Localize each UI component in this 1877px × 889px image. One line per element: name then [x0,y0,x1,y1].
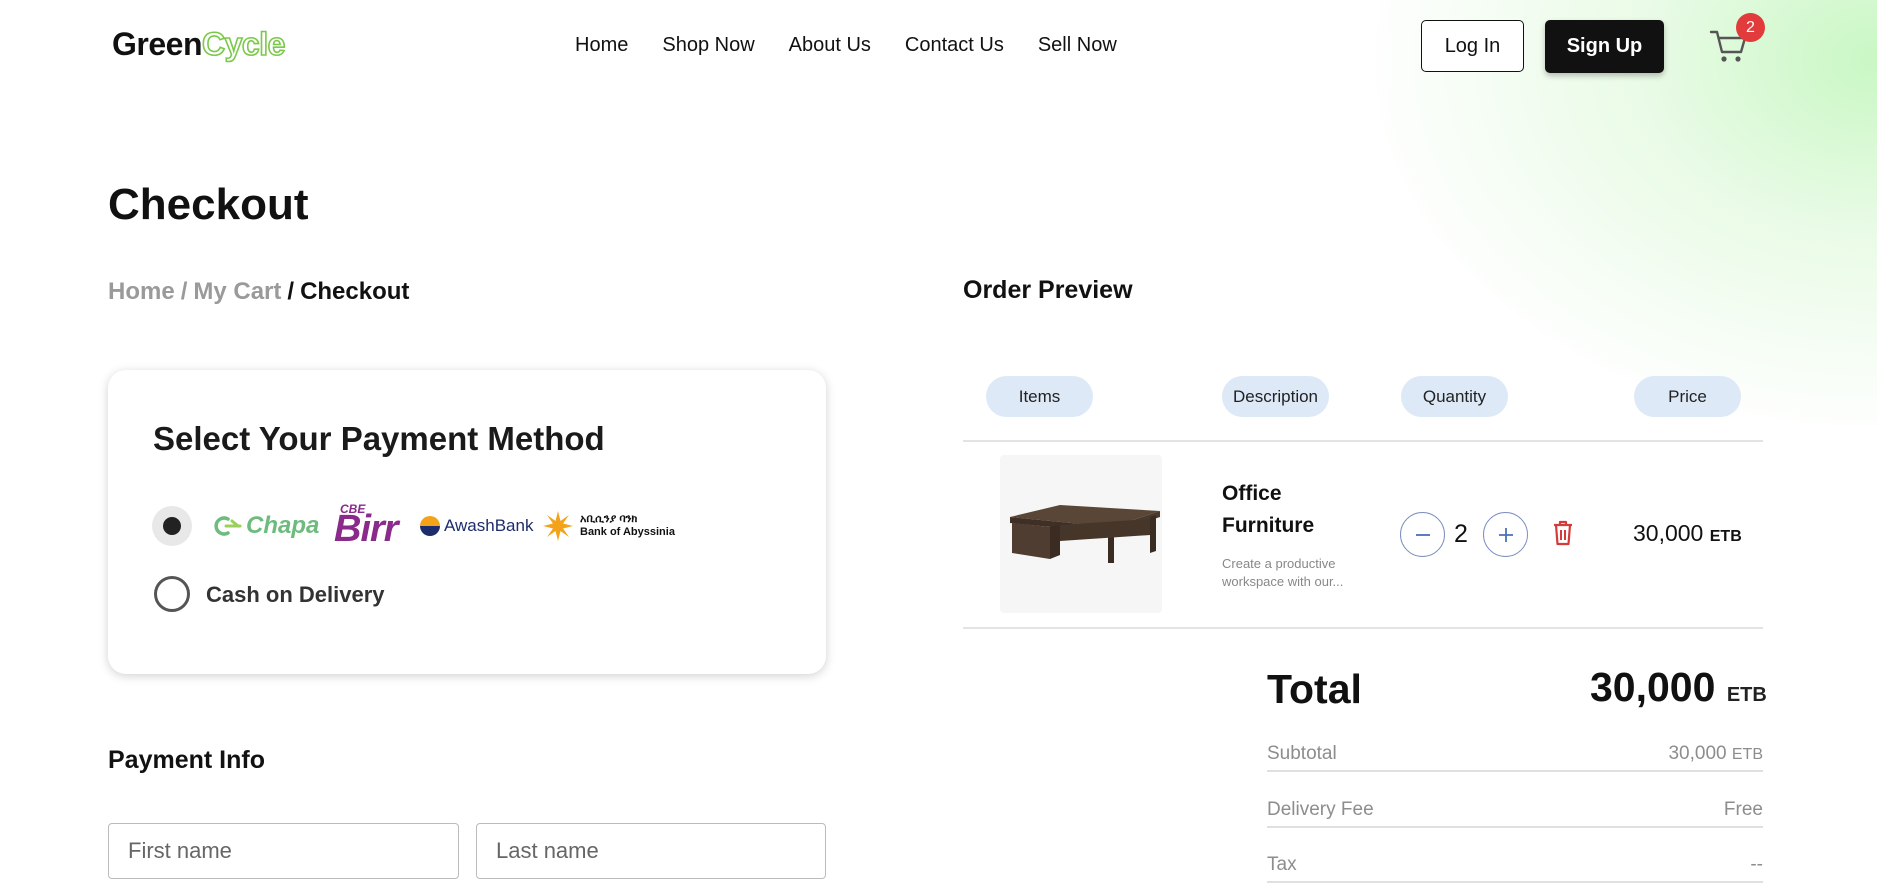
chapa-icon [214,516,242,536]
product-image [1000,455,1162,613]
breadcrumb-current: Checkout [300,278,410,305]
item-price-currency: ETB [1709,528,1742,545]
brand-logo[interactable]: GreenCycle [112,25,286,63]
summary-divider [1267,881,1763,883]
boa-amharic-text: አቢሲንያ ባንክ [580,513,638,525]
item-name[interactable]: Office Furniture [1222,478,1362,542]
minus-icon [1415,533,1430,536]
office-desk-illustration [1010,505,1160,563]
main-nav: Home Shop Now About Us Contact Us Sell N… [575,34,1117,57]
signup-button[interactable]: Sign Up [1545,20,1664,73]
nav-about-us[interactable]: About Us [789,34,871,57]
order-preview-title: Order Preview [963,276,1133,304]
delivery-fee-row: Delivery Fee Free [1267,799,1763,821]
awash-icon [420,516,440,536]
summary-divider [1267,826,1763,828]
breadcrumb: Home / My Cart / Checkout [108,278,409,306]
cash-on-delivery-label[interactable]: Cash on Delivery [206,582,385,608]
last-name-input[interactable]: Last name [476,823,826,879]
subtotal-label: Subtotal [1267,743,1337,764]
boa-english-text: Bank of Abyssinia [580,526,675,538]
plus-icon [1498,527,1513,542]
total-currency: ETB [1726,684,1767,706]
subtotal-row: Subtotal 30,000 ETB [1267,743,1763,765]
boa-star-icon [543,511,573,541]
column-header-description: Description [1222,376,1329,417]
total-value: 30,000 ETB [1590,664,1767,711]
summary-divider [1267,770,1763,772]
tax-row: Tax -- [1267,854,1763,876]
item-description: Create a productive workspace with our..… [1222,556,1344,589]
table-divider [963,627,1763,629]
trash-icon[interactable] [1552,520,1574,546]
radio-cash-on-delivery[interactable] [154,576,190,612]
boa-logo-text: አቢሲንያ ባንክ Bank of Abyssinia [580,513,675,539]
breadcrumb-separator: / [180,278,188,305]
subtotal-amount: 30,000 [1668,743,1727,764]
logo-text-green: Green [112,26,202,62]
birr-logo-text: Birr [334,508,399,550]
column-header-quantity: Quantity [1401,376,1508,417]
total-amount: 30,000 [1590,664,1716,710]
column-header-items: Items [986,376,1093,417]
first-name-input[interactable]: First name [108,823,459,879]
subtotal-currency: ETB [1731,746,1763,763]
cbe-birr-logo: CBE Birr [334,502,408,552]
nav-home[interactable]: Home [575,34,628,57]
chapa-logo-text: Chapa [246,512,320,539]
payment-info-title: Payment Info [108,746,265,774]
subtotal-value: 30,000 ETB [1668,743,1763,765]
payment-method-title: Select Your Payment Method [153,420,605,457]
breadcrumb-my-cart[interactable]: My Cart [193,278,281,306]
nav-sell-now[interactable]: Sell Now [1038,34,1117,57]
cart-count-badge: 2 [1736,13,1765,42]
tax-value: -- [1750,854,1763,875]
breadcrumb-home[interactable]: Home [108,278,175,306]
logo-text-cycle: Cycle [201,25,286,63]
radio-selected-dot [163,517,181,535]
table-divider [963,440,1763,442]
item-price-value: 30,000 [1633,520,1704,546]
page-title: Checkout [108,180,309,229]
radio-online-payment[interactable] [152,506,192,546]
chapa-logo: Chapa [214,512,319,540]
quantity-value: 2 [1454,520,1468,548]
decrease-quantity-button[interactable] [1400,512,1445,557]
nav-shop-now[interactable]: Shop Now [662,34,754,57]
column-header-price: Price [1634,376,1741,417]
delivery-fee-value: Free [1723,799,1763,820]
total-label: Total [1267,666,1362,712]
awash-bank-logo: AwashBank [420,516,533,536]
increase-quantity-button[interactable] [1483,512,1528,557]
login-button[interactable]: Log In [1421,20,1524,72]
nav-contact-us[interactable]: Contact Us [905,34,1004,57]
item-price: 30,000 ETB [1633,520,1742,547]
awash-logo-text: AwashBank [444,516,534,535]
delivery-fee-label: Delivery Fee [1267,799,1374,820]
breadcrumb-separator: / [287,278,295,305]
bank-of-abyssinia-logo: አቢሲንያ ባንክ Bank of Abyssinia [542,510,675,542]
tax-label: Tax [1267,854,1297,875]
